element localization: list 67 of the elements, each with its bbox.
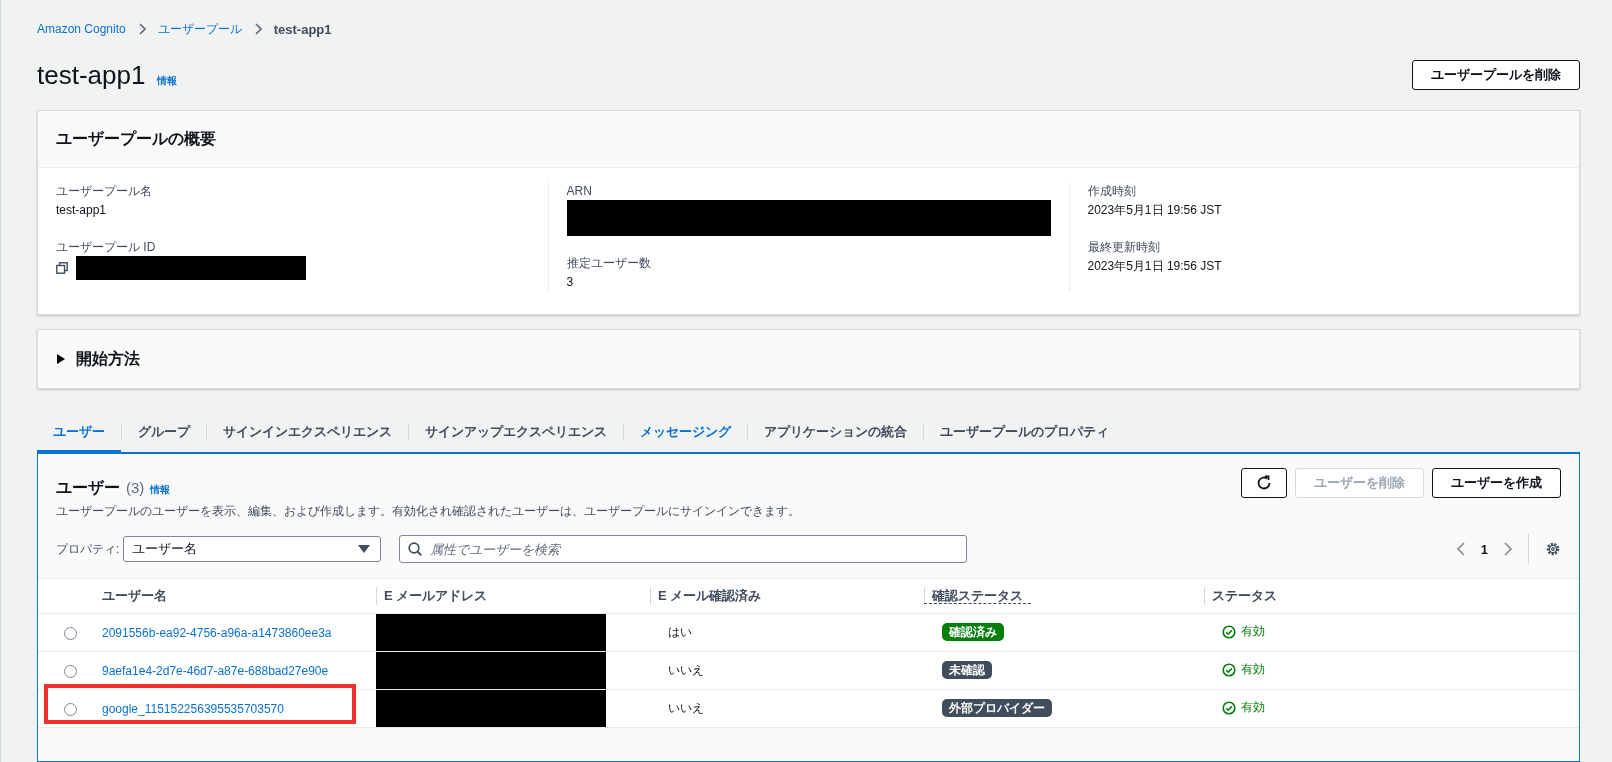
- action-button[interactable]: ユーザーを作成: [1432, 468, 1561, 498]
- tab[interactable]: アプリケーションの統合: [748, 411, 923, 453]
- tab[interactable]: ユーザープールのプロパティ: [924, 411, 1125, 453]
- radio-button[interactable]: [63, 626, 77, 640]
- chevron-right-icon[interactable]: [1504, 542, 1512, 556]
- field-label: ユーザープール名: [56, 183, 153, 200]
- user-count: (3): [126, 479, 145, 496]
- page-number[interactable]: 1: [1480, 541, 1488, 557]
- section-title: ユーザー: [56, 478, 120, 498]
- delete-pool-button[interactable]: ユーザープールを削除: [1412, 60, 1580, 90]
- check-circle-icon: [1222, 662, 1236, 677]
- caret-right-icon[interactable]: [56, 354, 66, 364]
- copy-icon[interactable]: [56, 262, 68, 274]
- status-text: 有効: [1241, 661, 1265, 679]
- info-link[interactable]: 情報: [150, 483, 171, 497]
- caret-down-icon: [358, 545, 371, 553]
- tab[interactable]: サインアップエクスペリエンス: [409, 411, 623, 453]
- field-label: 作成時刻: [1087, 183, 1137, 200]
- column-header: E メールアドレス: [383, 588, 489, 603]
- chevron-left-icon[interactable]: [1456, 542, 1465, 556]
- breadcrumb-link[interactable]: Amazon Cognito: [37, 22, 126, 36]
- check-circle-icon: [1222, 624, 1236, 639]
- table-cell: はい: [650, 613, 924, 652]
- status-text: 有効: [1241, 623, 1265, 641]
- filter-label: プロパティ:: [56, 540, 120, 558]
- username-link[interactable]: 9aefa1e4-2d7e-46d7-a87e-688bad27e90e: [102, 663, 329, 678]
- refresh-icon: [1256, 475, 1272, 491]
- settings-icon[interactable]: [1545, 541, 1561, 557]
- tab[interactable]: グループ: [122, 411, 206, 453]
- table-cell: いいえ: [650, 651, 924, 690]
- field-label: ARN: [566, 183, 593, 200]
- breadcrumb-current: test-app1: [273, 21, 332, 37]
- section-title[interactable]: 開始方法: [76, 348, 140, 370]
- column-header: E メール確認済み: [657, 588, 763, 603]
- field-value: 3: [566, 275, 574, 289]
- chevron-right-icon: [137, 23, 146, 35]
- field-label: ユーザープール ID: [56, 239, 157, 256]
- table-cell: いいえ: [650, 689, 924, 728]
- tab[interactable]: メッセージング: [624, 411, 747, 453]
- tab[interactable]: サインインエクスペリエンス: [207, 411, 408, 453]
- field-value: 2023年5月1日 19:56 JST: [1087, 257, 1222, 275]
- radio-button[interactable]: [63, 702, 77, 716]
- field-label: 推定ユーザー数: [566, 255, 652, 272]
- status-badge: 未確認: [942, 661, 992, 679]
- radio-button[interactable]: [63, 664, 77, 678]
- status-text: 有効: [1241, 699, 1265, 717]
- chevron-right-icon: [253, 23, 262, 35]
- refresh-button[interactable]: [1241, 468, 1287, 498]
- username-link[interactable]: 2091556b-ea92-4756-a96a-a1473860ee3a: [102, 625, 332, 640]
- status-badge: 確認済み: [942, 623, 1004, 641]
- breadcrumb-link[interactable]: ユーザープール: [157, 20, 242, 38]
- property-select[interactable]: ユーザー名: [123, 536, 382, 562]
- search-field[interactable]: 属性でユーザーを検索: [399, 535, 968, 563]
- column-header: ステータス: [1211, 588, 1278, 603]
- field-value: 2023年5月1日 19:56 JST: [1087, 201, 1222, 219]
- info-link[interactable]: 情報: [157, 73, 178, 88]
- page-title: test-app1: [37, 59, 146, 91]
- column-header: ユーザー名: [102, 588, 168, 603]
- description-text: ユーザープールのユーザーを表示、編集、および作成します。有効化され確認されたユーザーは、ユーザープールにサインインできます。: [56, 503, 800, 520]
- username-link[interactable]: google_115152256395535703570: [102, 701, 284, 716]
- status-badge: 外部プロバイダー: [942, 699, 1052, 717]
- field-value: test-app1: [56, 203, 107, 217]
- card-title: ユーザープールの概要: [38, 111, 1579, 168]
- field-label: 最終更新時刻: [1087, 239, 1161, 256]
- column-header[interactable]: 確認ステータス: [924, 588, 1031, 604]
- check-circle-icon: [1222, 700, 1236, 715]
- search-icon: [408, 542, 423, 556]
